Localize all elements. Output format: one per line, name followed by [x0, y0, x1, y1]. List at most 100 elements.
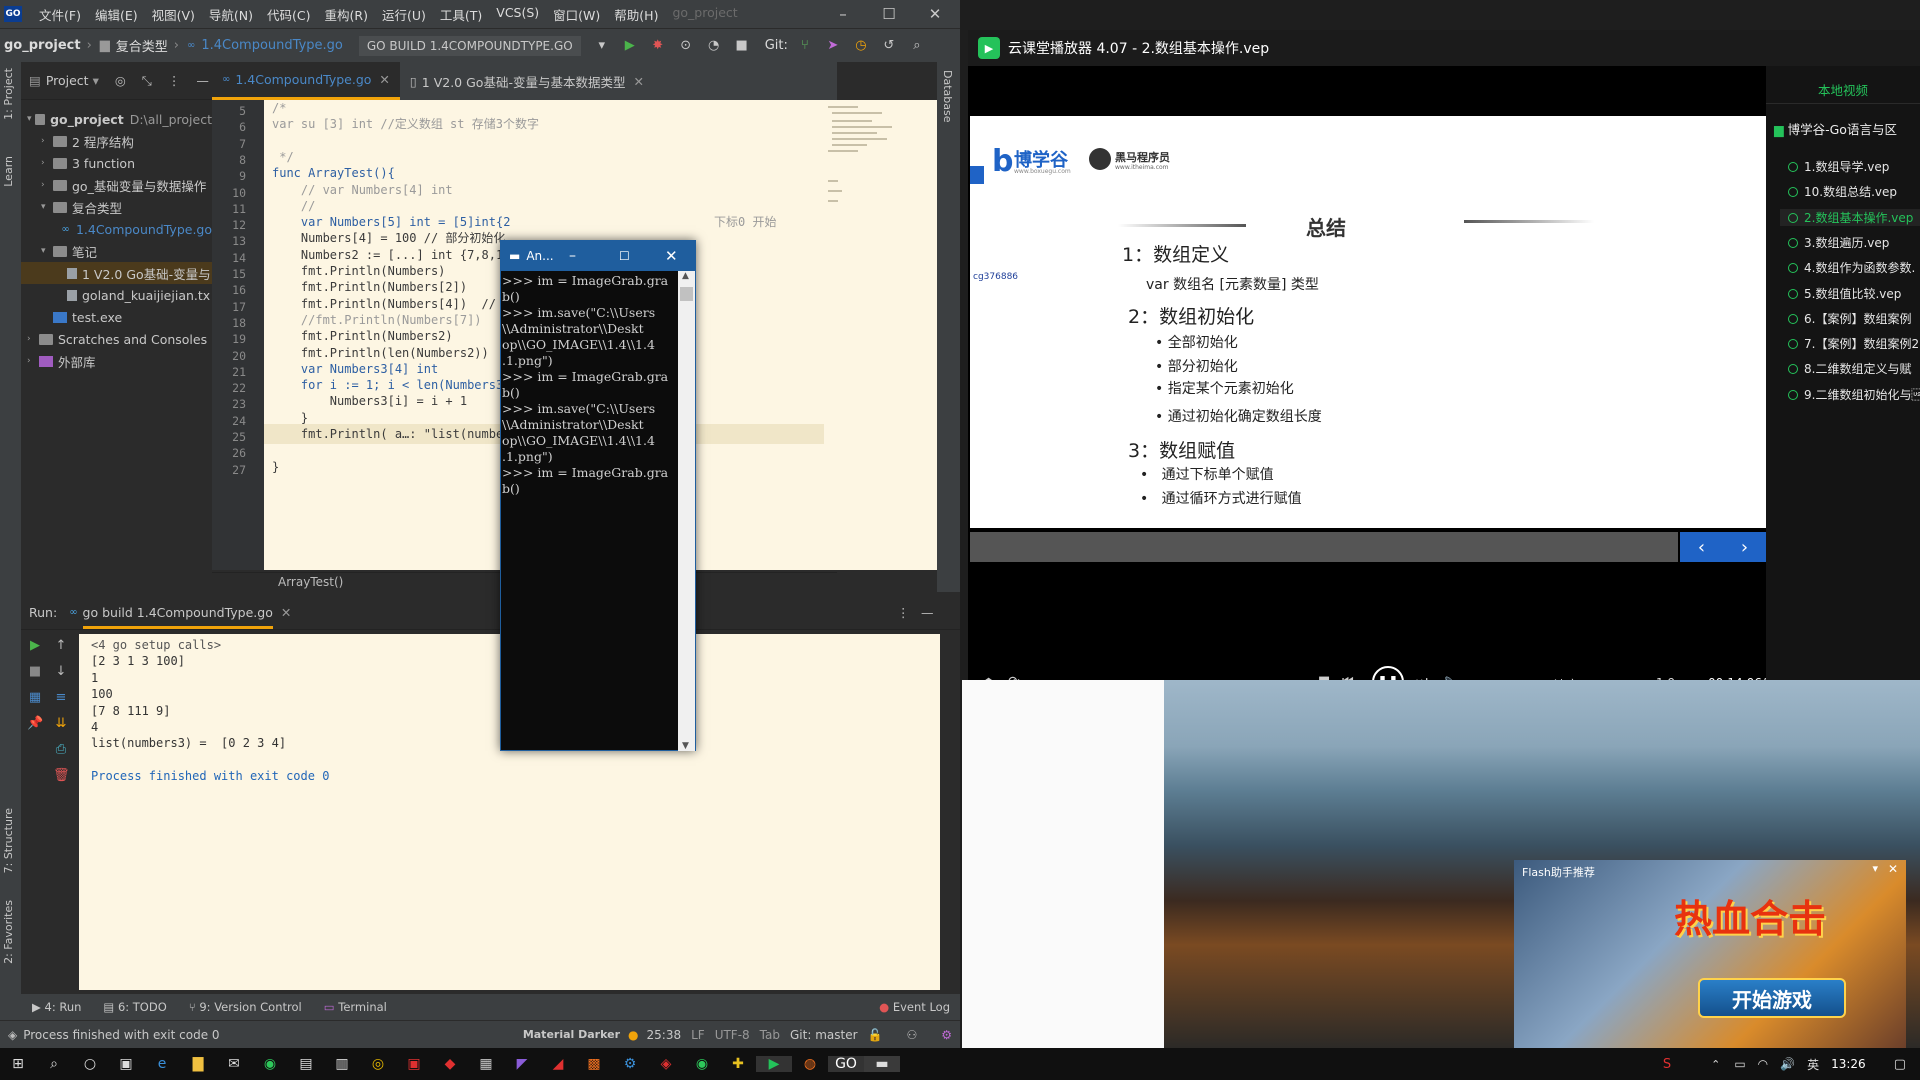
chevron-right-icon[interactable]: ›: [27, 334, 39, 344]
trash-icon[interactable]: 🗑: [53, 768, 70, 784]
app-icon[interactable]: ◆: [432, 1056, 468, 1072]
visual-studio-icon[interactable]: ◤: [504, 1056, 540, 1072]
local-video-tab[interactable]: 本地视频: [1766, 76, 1920, 104]
chevron-down-icon[interactable]: ▼: [682, 741, 689, 751]
maximize-button[interactable]: ☐: [619, 249, 630, 263]
tab-run[interactable]: ▶ 4: Run: [32, 1000, 81, 1014]
app-icon[interactable]: ▣: [396, 1056, 432, 1072]
run-icon[interactable]: ▶: [619, 38, 641, 53]
chevron-down-icon[interactable]: ▾: [41, 202, 53, 212]
chevron-right-icon[interactable]: ›: [41, 158, 53, 168]
tree-item[interactable]: ▾ 复合类型: [21, 196, 212, 218]
tray-chevron-icon[interactable]: ⌃: [1711, 1058, 1720, 1071]
line-separator[interactable]: LF: [691, 1028, 705, 1042]
debug-icon[interactable]: ✸: [647, 38, 669, 53]
menu-item[interactable]: 窗口(W): [546, 5, 607, 24]
close-button[interactable]: ✕: [665, 247, 678, 265]
file-encoding[interactable]: UTF-8: [715, 1028, 750, 1042]
wechat-icon[interactable]: ◉: [684, 1056, 720, 1072]
menu-item[interactable]: 运行(U): [375, 5, 433, 24]
search-icon[interactable]: ⌕: [36, 1056, 72, 1072]
menu-item[interactable]: 文件(F): [32, 5, 88, 24]
print-icon[interactable]: ⎙: [53, 742, 69, 758]
tab-compoundtype[interactable]: ∞ 1.4CompoundType.go ✕: [212, 62, 400, 100]
breadcrumb-folder[interactable]: 复合类型: [116, 36, 168, 55]
close-icon[interactable]: ✕: [379, 72, 389, 87]
playlist-item[interactable]: 2.数组基本操作.vep: [1780, 208, 1920, 226]
project-tool-tab[interactable]: 1: Project: [2, 68, 15, 120]
playlist-item[interactable]: 3.数组遍历.vep: [1788, 234, 1920, 251]
menu-item[interactable]: 工具(T): [433, 5, 489, 24]
gear-icon[interactable]: ⚙: [941, 1028, 952, 1042]
start-game-button[interactable]: 开始游戏: [1698, 978, 1846, 1018]
battery-icon[interactable]: ▭: [1734, 1057, 1745, 1071]
history-icon[interactable]: ◷: [850, 38, 872, 53]
collapse-icon[interactable]: ⤡: [142, 73, 152, 89]
hide-icon[interactable]: —: [921, 605, 934, 620]
ime-icon[interactable]: 英: [1807, 1056, 1819, 1073]
tab-version-control[interactable]: ⑂ 9: Version Control: [189, 1000, 302, 1014]
indent-setting[interactable]: Tab: [760, 1028, 780, 1042]
next-slide-button[interactable]: ›: [1741, 537, 1748, 558]
dropdown-icon[interactable]: ▾: [591, 38, 613, 53]
run-config-select[interactable]: GO BUILD 1.4COMPOUNDTYPE.GO: [358, 35, 581, 56]
app-icon[interactable]: ◈: [648, 1056, 684, 1072]
tree-item[interactable]: › 2 程序结构: [21, 130, 212, 152]
tree-item[interactable]: › Scratches and Consoles: [21, 328, 212, 350]
app-icon[interactable]: ✚: [720, 1056, 756, 1072]
learn-tool-tab[interactable]: Learn: [2, 156, 15, 187]
database-tool-tab[interactable]: Database: [941, 70, 954, 123]
python-console-output[interactable]: >>> im = ImageGrab.gra b() >>> im.save("C:…: [501, 271, 679, 751]
git-branch[interactable]: Git: master: [790, 1028, 858, 1042]
more-icon[interactable]: ⋮: [168, 73, 181, 88]
favorites-tool-tab[interactable]: 2: Favorites: [2, 900, 15, 964]
git-push-icon[interactable]: ➤: [822, 38, 844, 53]
tree-item[interactable]: ▾ 笔记: [21, 240, 212, 262]
mail-icon[interactable]: ✉: [216, 1056, 252, 1072]
menu-item[interactable]: 代码(C): [260, 5, 317, 24]
player-taskbar-icon[interactable]: ▶: [756, 1056, 792, 1072]
taskbar-clock[interactable]: 13:26: [1831, 1057, 1866, 1071]
rollback-icon[interactable]: ↺: [878, 38, 900, 53]
console-taskbar-icon[interactable]: ▬: [864, 1056, 900, 1072]
playlist-item[interactable]: 7.【案例】数组案例2: [1788, 335, 1920, 352]
menu-item[interactable]: 视图(V): [145, 5, 202, 24]
goland-taskbar-icon[interactable]: GO: [828, 1056, 864, 1072]
project-panel-title[interactable]: Project: [46, 73, 89, 88]
volume-icon[interactable]: 🔊: [1780, 1057, 1795, 1071]
chevron-down-icon[interactable]: ▾: [1872, 862, 1878, 875]
tree-item[interactable]: › 外部库: [21, 350, 212, 372]
chevron-down-icon[interactable]: ▾: [27, 114, 35, 124]
explorer-icon[interactable]: ▇: [180, 1056, 216, 1072]
scroll-to-end-icon[interactable]: ⇊: [53, 716, 69, 732]
more-icon[interactable]: ⋮: [897, 605, 910, 620]
tree-item[interactable]: › go_基础变量与数据操作: [21, 174, 212, 196]
close-icon[interactable]: ✕: [1888, 862, 1898, 876]
app-icon[interactable]: ◉: [252, 1056, 288, 1072]
playlist-item[interactable]: 5.数组值比较.vep: [1788, 285, 1920, 302]
app-icon[interactable]: ▦: [468, 1056, 504, 1072]
stop-icon[interactable]: ■: [731, 38, 753, 53]
chevron-down-icon[interactable]: ▾: [93, 73, 99, 88]
prev-slide-button[interactable]: ‹: [1698, 537, 1705, 558]
playlist-item[interactable]: 6.【案例】数组案例: [1788, 310, 1920, 327]
cursor-position[interactable]: 25:38: [647, 1028, 682, 1042]
layout-icon[interactable]: ▦: [27, 690, 43, 706]
breadcrumb-file[interactable]: 1.4CompoundType.go: [201, 38, 343, 53]
close-icon[interactable]: ✕: [633, 74, 643, 89]
lock-icon[interactable]: 🔓: [868, 1028, 883, 1042]
chevron-up-icon[interactable]: ▲: [682, 271, 689, 281]
playlist-item[interactable]: 4.数组作为函数参数.: [1788, 259, 1920, 276]
theme-label[interactable]: Material Darker: [523, 1028, 620, 1041]
close-icon[interactable]: ✕: [281, 605, 291, 620]
windows-start-icon[interactable]: ⊞: [0, 1056, 36, 1072]
playlist-item[interactable]: 9.二维数组初始化与: [1788, 386, 1920, 403]
chevron-right-icon[interactable]: ›: [41, 136, 53, 146]
search-icon[interactable]: ⌕: [906, 38, 928, 53]
chevron-down-icon[interactable]: ▾: [41, 246, 53, 256]
app-icon[interactable]: ▤: [288, 1056, 324, 1072]
coverage-icon[interactable]: ⊙: [675, 38, 697, 53]
event-log-button[interactable]: ● Event Log: [879, 1000, 950, 1014]
firefox-icon[interactable]: ◍: [792, 1056, 828, 1072]
git-update-icon[interactable]: ⑂: [794, 38, 816, 53]
